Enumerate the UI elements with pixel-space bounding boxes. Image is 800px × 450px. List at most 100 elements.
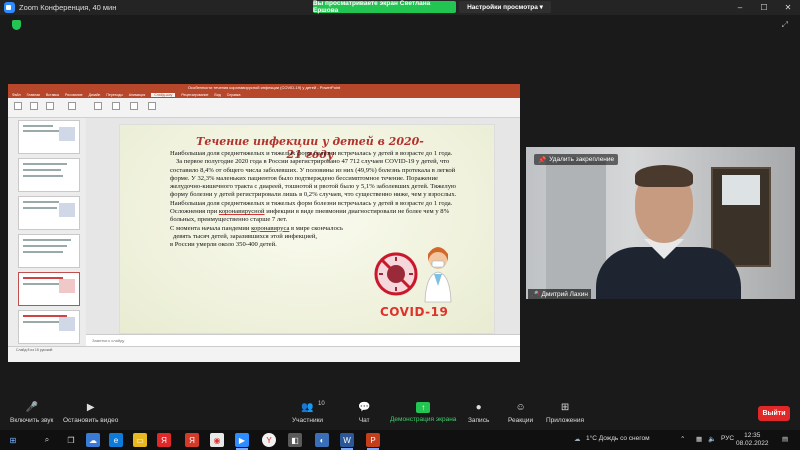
ppt-tab-design[interactable]: Дизайн (89, 93, 101, 97)
ppt-tab-draw[interactable]: Рисование (65, 93, 83, 97)
slide-text-run: За первое полугодие 2020 года в России з… (170, 158, 457, 216)
ppt-tab-insert[interactable]: Вставка (46, 93, 59, 97)
yandex-taskbar-icon[interactable]: Y (262, 433, 276, 447)
shared-screen-powerpoint[interactable]: Особенности течения коронавирусной инфек… (8, 84, 520, 362)
ribbon-record-icon[interactable] (148, 102, 156, 110)
security-shield-icon[interactable] (12, 20, 21, 30)
word-icon[interactable]: W (340, 433, 354, 447)
pin-icon: 📌 (538, 156, 547, 164)
ppt-tab-transitions[interactable]: Переходы (106, 93, 122, 97)
apps-button[interactable]: ⊞ Приложения (546, 402, 584, 424)
ppt-tab-file[interactable]: Файл (12, 93, 21, 97)
slide-thumbnail[interactable] (18, 310, 80, 344)
fullscreen-icon[interactable]: ⤢ (782, 20, 788, 30)
app-taskbar-icon[interactable]: ◐ (315, 433, 329, 447)
close-button[interactable]: ✕ (776, 0, 800, 15)
zoom-taskbar-icon[interactable]: ▶ (235, 433, 249, 447)
search-icon[interactable]: ⌕ (40, 433, 54, 447)
yandex-icon[interactable]: Я (157, 433, 171, 447)
ppt-tab-review[interactable]: Рецензирование (181, 93, 208, 97)
zoom-window: Zoom Конференция, 40 мин Вы просматривае… (0, 0, 800, 450)
ppt-tab-animations[interactable]: Анимация (129, 93, 145, 97)
meeting-top-strip (0, 15, 800, 35)
ppt-tab-view[interactable]: Вид (214, 93, 220, 97)
unmute-button[interactable]: 🎤 Включить звук (10, 402, 53, 424)
current-slide[interactable]: Течение инфекции у детей в 2020-21 году … (119, 124, 495, 334)
ribbon-from-current-icon[interactable] (30, 102, 38, 110)
windows-taskbar: ⊞ ⌕ ❐ ☁ e ▭ Я Я ◉ ▶ Y ◧ ◐ W P ☁ 1°C Дожд… (0, 430, 800, 450)
ribbon-setup-icon[interactable] (94, 102, 102, 110)
reactions-icon: ☺ (515, 402, 526, 413)
slide-text-underlined: коронавируса (251, 224, 290, 232)
chrome-icon[interactable]: ◉ (210, 433, 224, 447)
leave-meeting-button[interactable]: Выйти (758, 406, 790, 421)
onedrive-icon[interactable]: ☁ (86, 433, 100, 447)
slide-notes-field[interactable]: Заметки к слайду (86, 334, 520, 346)
chat-icon: 💬 (358, 402, 371, 413)
slide-paragraph: С момента начала пандемии коронавируса в… (170, 225, 466, 233)
chat-label: Чат (358, 417, 370, 424)
share-screen-button[interactable]: ↑ Демонстрация экрана (390, 402, 456, 423)
ribbon-custom-icon[interactable] (68, 102, 76, 110)
windows-start-icon[interactable]: ⊞ (6, 433, 20, 447)
ppt-tab-help[interactable]: Справка (227, 93, 241, 97)
participants-label: Участники (292, 417, 324, 424)
slide-thumbnails-pane (8, 118, 86, 354)
network-icon[interactable]: ▦ (696, 435, 702, 443)
file-explorer-icon[interactable]: ▭ (133, 433, 147, 447)
reactions-label: Реакции (508, 417, 534, 424)
ppt-status-bar: Слайд 8 из 15 русский (8, 346, 520, 354)
powerpoint-icon[interactable]: P (366, 433, 380, 447)
slide-thumbnail[interactable] (18, 234, 80, 268)
app-taskbar-icon[interactable]: ◧ (288, 433, 302, 447)
share-screen-label: Демонстрация экрана (390, 416, 457, 423)
slide-text-run: в мире скончалось (291, 224, 343, 232)
keyboard-language[interactable]: РУС (721, 435, 734, 442)
ribbon-hide-icon[interactable] (112, 102, 120, 110)
ribbon-from-start-icon[interactable] (14, 102, 22, 110)
participant-name: Дмитрий Лахин (541, 290, 588, 298)
unmute-label: Включить звук (10, 417, 54, 424)
participants-count: 10 (318, 401, 325, 407)
record-button[interactable]: ● Запись (468, 402, 489, 424)
slide-thumbnail[interactable] (18, 196, 80, 230)
yandex-browser-icon[interactable]: Я (185, 433, 199, 447)
edge-icon[interactable]: e (109, 433, 123, 447)
stop-video-button[interactable]: ▶ Остановить видео (63, 402, 118, 424)
tray-chevron-icon[interactable]: ⌃ (680, 435, 685, 443)
slide-body: Наибольшая доля среднетяжелых и тяжелых … (170, 150, 466, 250)
ppt-tab-slideshow[interactable]: Слайд-шоу (151, 92, 176, 97)
slide-thumbnail[interactable] (18, 120, 80, 154)
record-icon: ● (475, 402, 482, 413)
slide-text-run: С момента начала пандемии (170, 224, 250, 232)
system-clock[interactable]: 12:35 08.02.2022 (736, 432, 769, 448)
notifications-icon[interactable]: ▤ (782, 435, 788, 443)
view-options-button[interactable]: Настройки просмотра ▾ (459, 1, 551, 13)
ppt-ribbon (8, 98, 520, 118)
participant-video[interactable] (526, 147, 795, 299)
participants-button[interactable]: 👥 10 Участники (292, 401, 325, 424)
slide-thumbnail-selected[interactable] (18, 272, 80, 306)
record-label: Запись (468, 417, 490, 424)
share-screen-icon: ↑ (416, 402, 431, 413)
minimize-button[interactable]: – (728, 0, 752, 15)
maximize-button[interactable]: ☐ (752, 0, 776, 15)
weather-text[interactable]: 1°C Дождь со снегом (586, 435, 650, 442)
unpin-button[interactable]: 📌 Удалить закрепление (534, 154, 619, 165)
slide-thumbnail[interactable] (18, 158, 80, 192)
screen-share-banner: Вы просматриваете экран Светлана Ершова (313, 0, 456, 14)
meeting-toolbar: 🎤 Включить звук ▶ Остановить видео 👥 10 … (0, 396, 800, 430)
ribbon-rehearse-icon[interactable] (130, 102, 138, 110)
mic-muted-icon: 🎤̸ (531, 291, 539, 298)
clock-date: 08.02.2022 (736, 440, 769, 447)
ppt-tab-home[interactable]: Главная (27, 93, 40, 97)
ribbon-online-icon[interactable] (46, 102, 54, 110)
chat-button[interactable]: 💬 Чат (358, 402, 370, 424)
ppt-ribbon-tabs: Файл Главная Вставка Рисование Дизайн Пе… (8, 91, 520, 98)
volume-icon[interactable]: 🔈 (708, 435, 716, 443)
view-options-label: Настройки просмотра (467, 3, 538, 11)
reactions-button[interactable]: ☺ Реакции (508, 402, 533, 424)
task-view-icon[interactable]: ❐ (64, 433, 78, 447)
slide-text-underlined: коронавирусной (218, 208, 265, 216)
unpin-label: Удалить закрепление (549, 156, 615, 163)
